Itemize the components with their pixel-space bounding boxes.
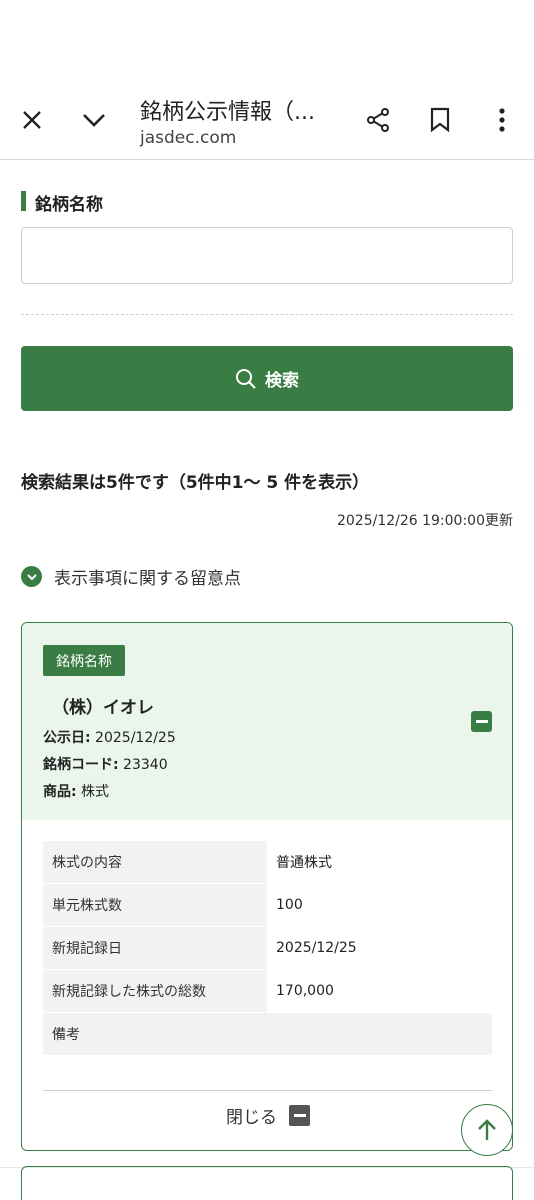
detail-table: 株式の内容 普通株式 単元株式数 100 新規記録日 2025/12/25 新規… — [43, 841, 492, 1056]
close-icon[interactable] — [12, 100, 52, 140]
company-name: （株）イオレ — [52, 698, 154, 718]
result-card: 銘柄名称 （株）イオレ 公示日: 2025/12/25 銘柄コード: 23340… — [21, 622, 513, 1151]
table-key: 新規記録日 — [43, 927, 267, 970]
table-row: 新規記録した株式の総数 170,000 — [43, 970, 492, 1013]
meta-stock-code: 銘柄コード: 23340 — [43, 757, 168, 773]
divider — [43, 1090, 492, 1091]
close-card-label: 閉じる — [226, 1108, 277, 1128]
page-url[interactable]: jasdec.com — [140, 128, 236, 148]
meta-announce-date: 公示日: 2025/12/25 — [43, 730, 176, 746]
stock-name-input[interactable] — [21, 227, 513, 284]
table-key: 株式の内容 — [43, 841, 267, 884]
browser-toolbar: 銘柄公示情報（... jasdec.com — [0, 80, 534, 160]
share-icon[interactable] — [358, 100, 398, 140]
notice-label: 表示事項に関する留意点 — [54, 569, 241, 589]
more-options-icon[interactable] — [482, 100, 522, 140]
search-button[interactable]: 検索 — [21, 346, 513, 411]
bookmark-icon[interactable] — [420, 100, 460, 140]
table-row: 単元株式数 100 — [43, 884, 492, 927]
table-key: 新規記録した株式の総数 — [43, 970, 267, 1013]
updated-timestamp: 2025/12/26 19:00:00更新 — [336, 513, 513, 529]
card-header[interactable]: 銘柄名称 （株）イオレ 公示日: 2025/12/25 銘柄コード: 23340… — [22, 623, 512, 820]
table-row: 株式の内容 普通株式 — [43, 841, 492, 884]
table-row: 新規記録日 2025/12/25 — [43, 927, 492, 970]
arrow-up-icon — [478, 1119, 496, 1140]
scroll-to-top-button[interactable] — [461, 1104, 513, 1156]
minus-icon — [289, 1105, 310, 1126]
search-button-label: 検索 — [265, 371, 299, 391]
status-bar-space — [0, 0, 534, 80]
notice-toggle[interactable]: 表示事項に関する留意点 — [21, 564, 241, 589]
table-value: 170,000 — [267, 970, 492, 1013]
table-key: 単元株式数 — [43, 884, 267, 927]
chevron-down-icon[interactable] — [74, 100, 114, 140]
field-label: 銘柄名称 — [21, 190, 103, 215]
table-value: 2025/12/25 — [267, 927, 492, 970]
table-value: 普通株式 — [267, 841, 492, 884]
table-row: 備考 — [43, 1013, 492, 1056]
chevron-down-icon — [21, 566, 42, 587]
meta-product: 商品: 株式 — [43, 784, 110, 800]
collapse-icon[interactable] — [471, 711, 492, 732]
close-card-button[interactable]: 閉じる — [22, 1103, 512, 1128]
result-summary: 検索結果は5件です（5件中1〜 5 件を表示） — [21, 473, 370, 493]
table-value: 100 — [267, 884, 492, 927]
table-key: 備考 — [43, 1013, 492, 1056]
search-icon — [236, 368, 256, 389]
divider — [21, 314, 513, 315]
page-title[interactable]: 銘柄公示情報（... — [140, 94, 340, 126]
next-result-card — [21, 1166, 513, 1200]
card-badge: 銘柄名称 — [43, 645, 125, 676]
